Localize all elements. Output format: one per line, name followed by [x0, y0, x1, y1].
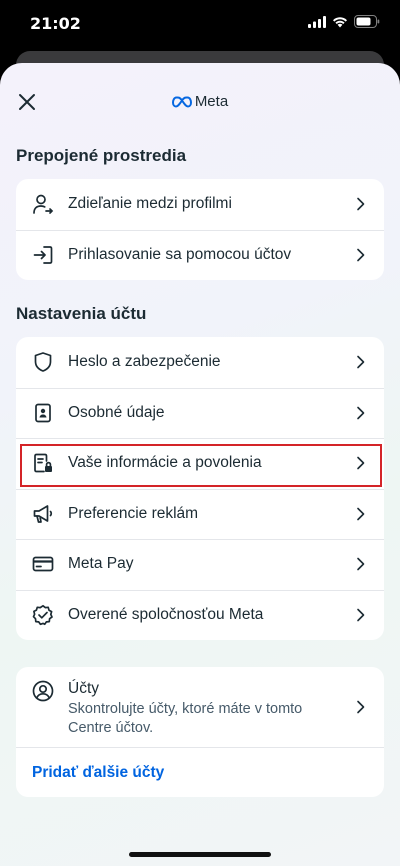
- row-label: Heslo a zabezpečenie: [68, 353, 221, 371]
- status-bar: 21:02: [0, 0, 400, 48]
- accounts-center-sheet: Meta Prepojené prostredia Zdieľanie medz…: [0, 63, 400, 866]
- add-more-accounts-link[interactable]: Pridať ďalšie účty: [16, 747, 384, 797]
- status-time: 21:02: [30, 14, 81, 33]
- row-password-security[interactable]: Heslo a zabezpečenie: [16, 337, 384, 388]
- row-label: Vaše informácie a povolenia: [68, 454, 262, 472]
- meta-logo: Meta: [0, 93, 400, 110]
- login-arrow-icon: [32, 244, 54, 266]
- id-card-icon: [32, 402, 54, 424]
- row-profile-sharing[interactable]: Zdieľanie medzi profilmi: [16, 179, 384, 230]
- account-settings-card: Heslo a zabezpečenie Osobné údaje Vaše i…: [16, 337, 384, 640]
- row-meta-verified[interactable]: Overené spoločnosťou Meta: [16, 589, 384, 641]
- row-login-with-accounts[interactable]: Prihlasovanie sa pomocou účtov: [16, 229, 384, 281]
- signal-icon: [308, 15, 326, 28]
- chevron-right-icon: [357, 507, 365, 521]
- chevron-right-icon: [357, 700, 365, 714]
- meta-infinity-icon: [171, 95, 192, 108]
- chevron-right-icon: [357, 248, 365, 262]
- chevron-right-icon: [357, 456, 365, 470]
- row-meta-pay[interactable]: Meta Pay: [16, 539, 384, 590]
- row-label: Meta Pay: [68, 555, 134, 573]
- accounts-title: Účty: [68, 680, 99, 697]
- row-your-information-permissions[interactable]: Vaše informácie a povolenia: [16, 438, 384, 489]
- connected-experiences-card: Zdieľanie medzi profilmi Prihlasovanie s…: [16, 179, 384, 280]
- section-title-account-settings: Nastavenia účtu: [16, 304, 147, 323]
- meta-logo-text: Meta: [194, 93, 229, 110]
- row-ad-preferences[interactable]: Preferencie reklám: [16, 488, 384, 540]
- chevron-right-icon: [357, 608, 365, 622]
- shield-icon: [32, 351, 54, 373]
- chevron-right-icon: [357, 557, 365, 571]
- chevron-right-icon: [357, 406, 365, 420]
- megaphone-icon: [32, 503, 54, 525]
- home-indicator: [129, 852, 271, 857]
- row-personal-details[interactable]: Osobné údaje: [16, 387, 384, 439]
- chevron-right-icon: [357, 197, 365, 211]
- verified-badge-icon: [32, 604, 54, 626]
- accounts-text: Účty Skontrolujte účty, ktoré máte v tom…: [68, 679, 338, 736]
- row-label: Osobné údaje: [68, 403, 165, 421]
- section-title-connected: Prepojené prostredia: [16, 146, 187, 165]
- wifi-icon: [333, 16, 347, 27]
- credit-card-icon: [32, 553, 54, 575]
- status-icons: [308, 15, 380, 28]
- profile-sharing-icon: [32, 193, 54, 215]
- row-accounts[interactable]: Účty Skontrolujte účty, ktoré máte v tom…: [16, 667, 384, 747]
- account-circle-icon: [32, 680, 54, 702]
- row-label: Overené spoločnosťou Meta: [68, 605, 264, 623]
- info-lock-icon: [32, 452, 54, 474]
- battery-icon: [354, 15, 380, 28]
- row-label: Preferencie reklám: [68, 504, 199, 522]
- accounts-card: Účty Skontrolujte účty, ktoré máte v tom…: [16, 667, 384, 797]
- top-bar: Meta: [0, 63, 400, 141]
- row-label: Zdieľanie medzi profilmi: [68, 195, 232, 213]
- row-label: Prihlasovanie sa pomocou účtov: [68, 245, 292, 263]
- accounts-description: Skontrolujte účty, ktoré máte v tomto Ce…: [68, 701, 303, 736]
- chevron-right-icon: [357, 355, 365, 369]
